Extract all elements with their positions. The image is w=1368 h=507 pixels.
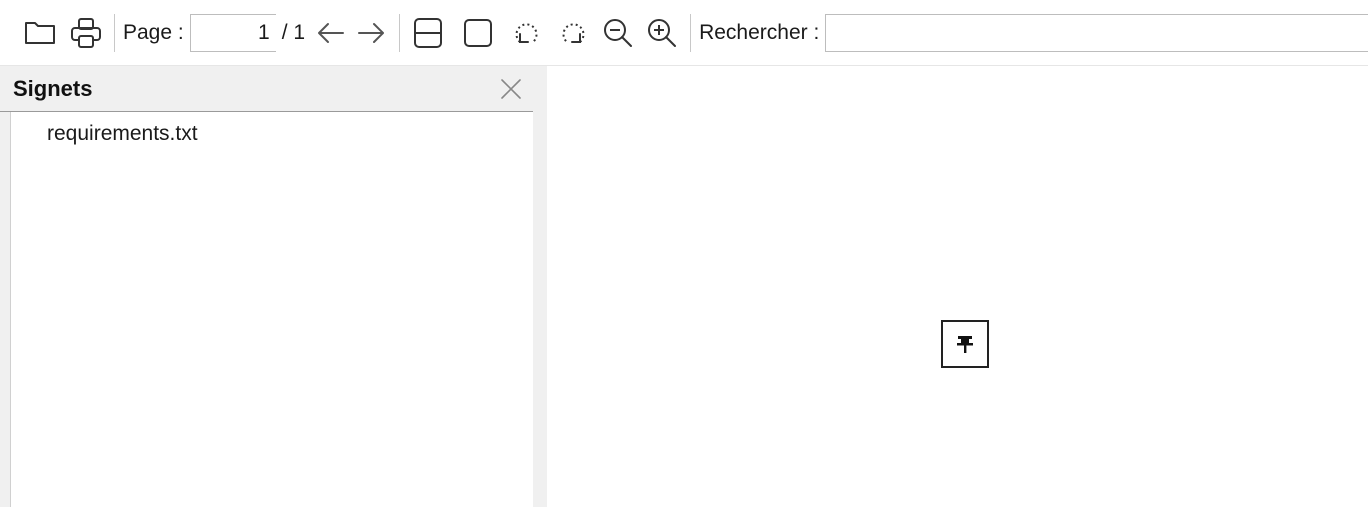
toolbar-separator: [690, 13, 692, 52]
close-icon[interactable]: [497, 75, 525, 103]
bookmarks-panel: Signets requirements.txt: [0, 66, 547, 507]
open-folder-icon[interactable]: [20, 13, 60, 53]
arrow-right-icon[interactable]: [351, 13, 391, 53]
zoom-out-icon[interactable]: [598, 13, 638, 53]
search-input[interactable]: [825, 13, 1368, 52]
toolbar: Page : / 1: [0, 0, 1368, 66]
rotate-right-icon[interactable]: [554, 13, 594, 53]
document-viewer[interactable]: [547, 66, 1368, 507]
bookmark-item[interactable]: requirements.txt: [47, 122, 198, 146]
continuous-view-icon[interactable]: [408, 13, 448, 53]
page-label: Page :: [123, 20, 184, 44]
bookmarks-header: Signets: [0, 66, 533, 112]
single-page-view-icon[interactable]: [458, 13, 498, 53]
search-label: Rechercher :: [699, 20, 820, 44]
rotate-left-icon[interactable]: [506, 13, 546, 53]
page-total-label: / 1: [281, 20, 306, 44]
toolbar-separator: [114, 13, 115, 52]
arrow-left-icon[interactable]: [311, 13, 351, 53]
bookmarks-title: Signets: [13, 76, 93, 101]
zoom-in-icon[interactable]: [642, 13, 682, 53]
bookmark-list: requirements.txt: [10, 112, 533, 507]
pushpin-icon: [941, 320, 989, 368]
page-number-input[interactable]: [189, 13, 276, 52]
printer-icon[interactable]: [66, 13, 106, 53]
toolbar-separator: [399, 13, 401, 52]
